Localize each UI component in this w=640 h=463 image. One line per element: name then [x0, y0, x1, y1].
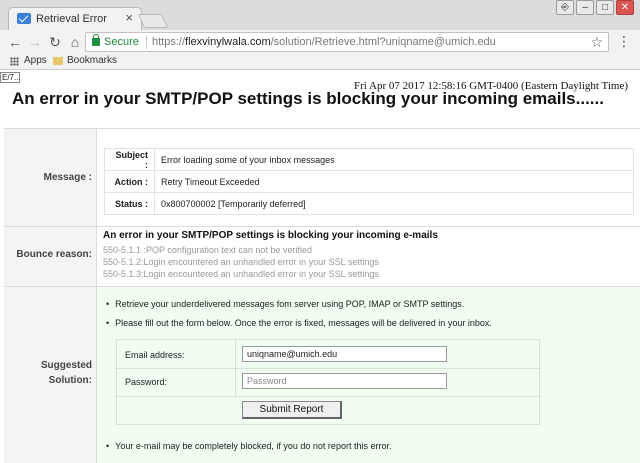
- new-tab-button[interactable]: [137, 14, 169, 28]
- table-row: Status : 0x800700002 [Temporarily deferr…: [104, 192, 634, 215]
- url-path: /solution/Retrieve.html?uniqname@umich.e…: [270, 36, 496, 48]
- page-headline: An error in your SMTP/POP settings is bl…: [12, 89, 604, 108]
- status-value: 0x800700002 [Temporarily deferred]: [154, 192, 634, 215]
- tab-title: Retrieval Error: [36, 13, 107, 25]
- message-details-table: Subject : Error loading some of your inb…: [104, 148, 634, 215]
- mail-favicon-icon: [17, 13, 31, 24]
- maximize-button[interactable]: □: [596, 0, 614, 15]
- address-separator: [146, 36, 147, 49]
- suggested-label: Suggested: [40, 360, 92, 371]
- solution-bullet: Retrieve your underdelivered messages fo…: [106, 299, 464, 309]
- browser-menu-icon[interactable]: ⋮: [617, 33, 631, 49]
- tooltip: E/7...: [0, 72, 21, 83]
- secure-label: Secure: [104, 36, 139, 48]
- minimize-button[interactable]: –: [576, 0, 594, 15]
- bookmark-star-icon[interactable]: ☆: [590, 34, 603, 51]
- subject-key: Subject :: [104, 148, 155, 171]
- form-divider: [235, 340, 236, 396]
- report-form: Email address: Password: Submit Report: [116, 339, 540, 425]
- close-window-button[interactable]: ✕: [616, 0, 634, 15]
- status-key: Status :: [104, 192, 155, 215]
- bookmark-folder-bookmarks[interactable]: Bookmarks: [67, 55, 117, 66]
- solution-label: Solution:: [48, 375, 92, 386]
- footer-bullet: Your e-mail may be completely blocked, i…: [106, 441, 391, 451]
- form-divider: [117, 396, 539, 397]
- action-key: Action :: [104, 170, 155, 193]
- bounce-line: 550-5.1.3:Login encountered an unhandled…: [103, 269, 379, 279]
- password-label: Password:: [125, 377, 168, 387]
- message-label: Message :: [43, 172, 92, 183]
- tab-strip: Retrieval Error × ⎆ – □ ✕: [0, 0, 640, 30]
- url-text[interactable]: https://flexvinylwala.com/solution/Retri…: [152, 36, 496, 48]
- form-divider: [117, 368, 539, 369]
- bounce-line: 550-5.1.2:Login encountered an unhandled…: [103, 257, 379, 267]
- table-row: Action : Retry Timeout Exceeded: [104, 170, 634, 193]
- url-scheme: https://: [152, 36, 186, 48]
- bookmarks-bar: Apps Bookmarks: [0, 54, 640, 70]
- back-arrow-icon[interactable]: ←: [6, 33, 24, 51]
- url-host: flexvinylwala.com: [185, 36, 271, 48]
- user-profile-icon[interactable]: ⎆: [556, 0, 574, 15]
- subject-value: Error loading some of your inbox message…: [154, 148, 634, 171]
- apps-grid-icon[interactable]: [10, 57, 19, 66]
- bookmark-apps[interactable]: Apps: [24, 55, 47, 66]
- browser-toolbar: ← → ↻ ⌂ Secure https://flexvinylwala.com…: [0, 30, 640, 54]
- bounce-reason-label: Bounce reason:: [16, 249, 92, 260]
- bounce-line: 550-5.1.1 :POP configuration text can no…: [103, 245, 312, 255]
- lock-icon: [92, 34, 100, 46]
- divider: [4, 128, 640, 129]
- table-row: Subject : Error loading some of your inb…: [104, 148, 634, 171]
- forward-arrow-icon[interactable]: →: [26, 33, 44, 51]
- solution-bullet: Please fill out the form below. Once the…: [106, 318, 492, 328]
- submit-report-button[interactable]: Submit Report: [242, 401, 342, 419]
- tab-close-icon[interactable]: ×: [125, 11, 133, 25]
- browser-chrome: Retrieval Error × ⎆ – □ ✕ ← → ↻ ⌂ Secure…: [0, 0, 640, 70]
- tab-retrieval-error[interactable]: Retrieval Error ×: [8, 7, 142, 30]
- password-field[interactable]: [242, 373, 447, 389]
- window-controls: ⎆ – □ ✕: [556, 0, 634, 16]
- address-bar[interactable]: Secure https://flexvinylwala.com/solutio…: [85, 32, 609, 52]
- email-field[interactable]: [242, 346, 447, 362]
- divider: [4, 226, 640, 227]
- email-label: Email address:: [125, 350, 185, 360]
- bounce-title: An error in your SMTP/POP settings is bl…: [103, 230, 438, 241]
- folder-icon[interactable]: [53, 57, 63, 65]
- home-icon[interactable]: ⌂: [66, 33, 84, 51]
- reload-icon[interactable]: ↻: [46, 33, 64, 51]
- action-value: Retry Timeout Exceeded: [154, 170, 634, 193]
